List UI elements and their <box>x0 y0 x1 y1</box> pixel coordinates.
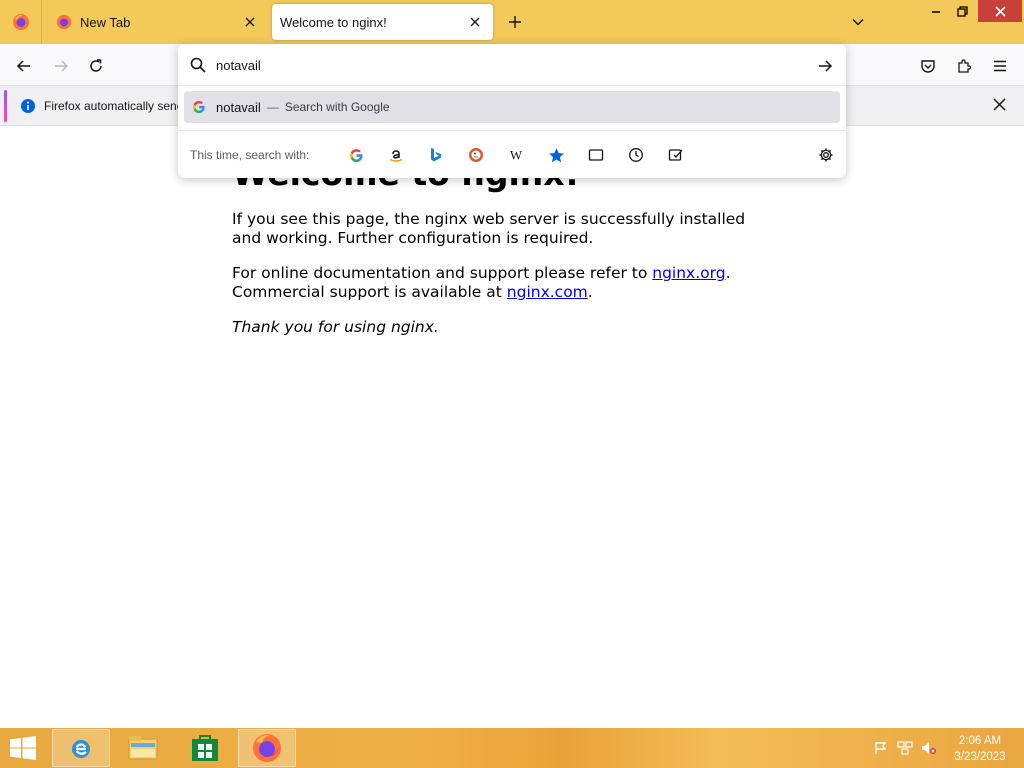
engine-bing-button[interactable] <box>424 143 448 167</box>
firefox-icon <box>253 734 281 762</box>
tab-strip: New Tab Welcome to nginx! <box>0 0 1024 44</box>
reload-button[interactable] <box>82 52 110 80</box>
duckduckgo-icon <box>469 148 483 162</box>
taskbar-clock[interactable]: 2:06 AM 3/23/2023 <box>948 733 1012 765</box>
action-center-flag-icon[interactable] <box>873 740 889 756</box>
tab-title: Welcome to nginx! <box>280 14 387 30</box>
tab-new-tab[interactable]: New Tab <box>44 4 268 40</box>
engine-wikipedia-button[interactable]: W <box>504 143 528 167</box>
page-paragraph-install: If you see this page, the nginx web serv… <box>232 210 746 247</box>
page-paragraph-thanks: Thank you for using nginx. <box>232 318 439 336</box>
clock-date: 3/23/2023 <box>954 751 1006 763</box>
support-text-end: . <box>587 283 593 301</box>
wikipedia-icon: W <box>510 148 523 163</box>
go-button[interactable] <box>814 55 836 77</box>
urlbar <box>178 44 846 86</box>
nginx-org-link[interactable]: nginx.org <box>652 264 725 282</box>
clock-time: 2:06 AM <box>958 735 1002 747</box>
search-icon <box>190 57 206 73</box>
suggestion-query: notavail <box>216 99 261 115</box>
support-text: For online documentation and support ple… <box>232 264 653 282</box>
firefox-icon <box>56 14 72 30</box>
pocket-icon <box>921 60 935 73</box>
taskbar-store[interactable] <box>176 729 234 767</box>
bing-icon <box>431 148 441 162</box>
notification-accent <box>4 90 7 122</box>
minimize-icon <box>932 11 940 13</box>
page-content: Welcome to nginx! If you see this page, … <box>0 126 1024 728</box>
urlbar-panel: notavail — Search with Google This time,… <box>178 44 846 178</box>
bookmark-star-icon <box>548 147 564 162</box>
close-icon <box>992 97 1006 111</box>
forward-button[interactable] <box>47 52 75 80</box>
tab-welcome-nginx[interactable]: Welcome to nginx! <box>272 4 493 40</box>
suggestion-engine: Search with Google <box>284 100 390 114</box>
internet-explorer-icon <box>68 739 94 759</box>
quick-actions-icon <box>668 149 683 161</box>
notification-text: Firefox automatically sends <box>44 99 190 113</box>
history-clock-icon <box>629 148 643 162</box>
engine-actions-button[interactable] <box>664 143 688 167</box>
svg-text:W: W <box>510 148 523 163</box>
volume-muted-icon[interactable] <box>921 740 937 756</box>
close-window-button[interactable] <box>978 0 1022 22</box>
network-icon[interactable] <box>897 740 913 756</box>
plus-icon <box>509 16 521 28</box>
notification-close-button[interactable] <box>988 93 1010 115</box>
engine-google-button[interactable] <box>344 143 368 167</box>
page-paragraph-support: For online documentation and support ple… <box>232 264 752 302</box>
firefox-icon <box>12 14 29 30</box>
urlbar-input[interactable] <box>216 56 796 74</box>
one-off-label: This time, search with: <box>190 148 310 162</box>
restore-button[interactable] <box>948 0 976 22</box>
engine-history-button[interactable] <box>624 143 648 167</box>
search-settings-button[interactable] <box>814 143 838 167</box>
google-icon <box>349 148 363 162</box>
list-all-tabs-button[interactable] <box>846 10 870 34</box>
hamburger-menu-icon <box>994 60 1006 72</box>
back-arrow-icon <box>16 60 30 72</box>
one-off-search-bar: This time, search with: W <box>178 130 846 178</box>
firefox-view-button[interactable] <box>0 0 42 44</box>
gear-icon <box>819 148 833 162</box>
folder-icon <box>128 736 158 760</box>
forward-arrow-icon <box>55 60 69 72</box>
taskbar-internet-explorer[interactable] <box>52 729 110 767</box>
suggestion-separator: — <box>266 100 279 114</box>
search-suggestion-row[interactable]: notavail — Search with Google <box>184 91 840 123</box>
amazon-icon <box>389 150 403 162</box>
tab-title: New Tab <box>80 14 131 30</box>
engine-bookmarks-button[interactable] <box>544 143 568 167</box>
taskbar-firefox[interactable] <box>238 729 296 767</box>
engine-amazon-button[interactable] <box>384 143 408 167</box>
google-icon <box>193 101 205 114</box>
tab-icon <box>588 149 604 161</box>
reload-icon <box>90 59 102 72</box>
engine-tabs-button[interactable] <box>584 143 608 167</box>
chevron-down-icon <box>852 19 864 26</box>
engine-duckduckgo-button[interactable] <box>464 143 488 167</box>
close-icon <box>994 5 1006 17</box>
new-tab-button[interactable] <box>503 10 527 34</box>
store-icon <box>192 735 218 761</box>
app-menu-button[interactable] <box>986 52 1014 80</box>
restore-icon <box>956 5 968 17</box>
taskbar: 2:06 AM 3/23/2023 <box>0 728 1024 768</box>
windows-start-icon[interactable] <box>8 736 38 760</box>
back-button[interactable] <box>10 52 38 80</box>
taskbar-file-explorer[interactable] <box>114 729 172 767</box>
extensions-button[interactable] <box>950 52 978 80</box>
puzzle-icon <box>958 59 972 73</box>
pocket-button[interactable] <box>914 52 942 80</box>
info-icon <box>21 99 35 113</box>
close-tab-icon[interactable] <box>240 12 260 32</box>
arrow-right-icon <box>819 60 833 72</box>
nginx-com-link[interactable]: nginx.com <box>507 283 588 301</box>
minimize-button[interactable] <box>922 0 950 22</box>
close-tab-icon[interactable] <box>465 12 485 32</box>
